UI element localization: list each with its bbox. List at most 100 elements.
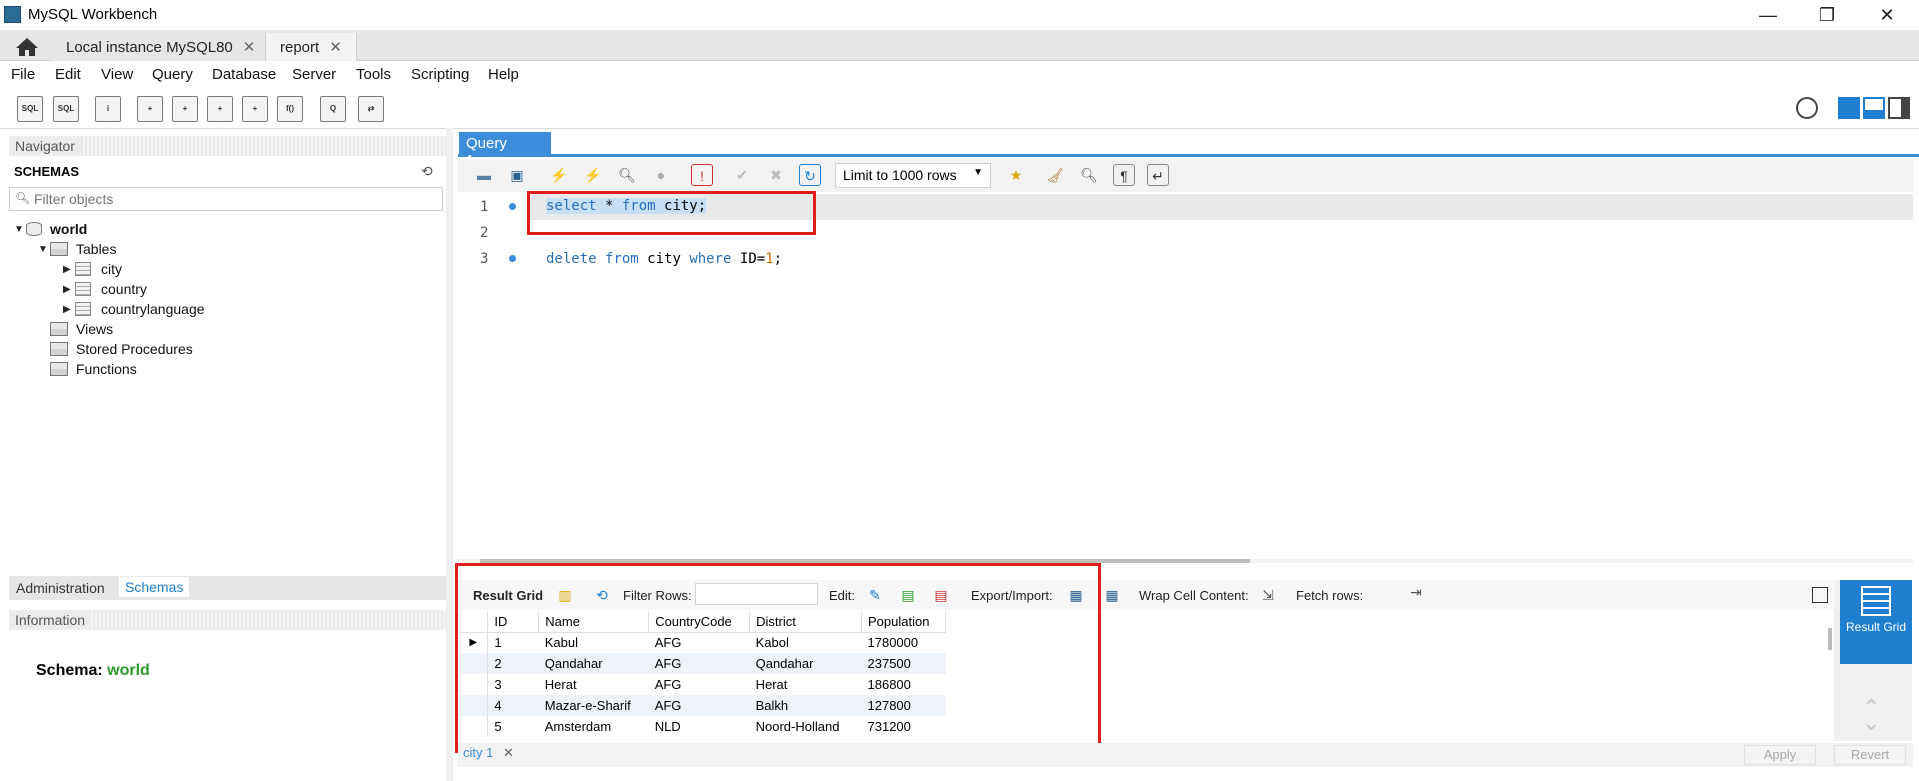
stop-icon[interactable]: ● xyxy=(650,164,672,186)
folder-icon xyxy=(50,362,68,376)
maximize-button[interactable]: ❐ xyxy=(1812,4,1842,26)
collapsed-triangle-icon[interactable]: ▶ xyxy=(63,304,75,315)
tree-functions[interactable]: Functions xyxy=(50,359,137,379)
execute-current-icon[interactable]: ⚡ xyxy=(582,164,604,186)
close-window-button[interactable]: ✕ xyxy=(1872,4,1902,26)
information-header: Information xyxy=(9,610,446,630)
title-bar xyxy=(0,0,1919,30)
result-grid-side-button[interactable]: Result Grid xyxy=(1840,580,1912,664)
invisible-chars-icon[interactable]: ¶ xyxy=(1113,164,1135,186)
find-replace-icon[interactable]: 🔍︎ xyxy=(1078,164,1100,186)
menu-edit[interactable]: Edit xyxy=(55,66,81,83)
scroll-down-icon[interactable]: ⌄ xyxy=(1862,712,1880,734)
menu-view[interactable]: View xyxy=(101,66,133,83)
tree-table-country[interactable]: ▶ country xyxy=(63,279,147,299)
reconnect-icon[interactable]: ⇄ xyxy=(358,96,384,122)
open-file-icon[interactable]: ▬ xyxy=(473,164,495,186)
home-tab[interactable] xyxy=(8,34,48,60)
menu-query[interactable]: Query xyxy=(152,66,193,83)
schema-info-label: Schema: xyxy=(36,662,103,679)
tab-administration[interactable]: Administration xyxy=(10,578,111,598)
tree-stored-procedures[interactable]: Stored Procedures xyxy=(50,339,193,359)
beautify-icon[interactable]: 🧹︎ xyxy=(1044,164,1066,186)
tab-schemas[interactable]: Schemas xyxy=(119,577,190,597)
table-name: countrylanguage xyxy=(101,301,205,317)
toggle-error-stop-icon[interactable]: ! xyxy=(691,164,713,186)
save-icon[interactable]: ▣ xyxy=(506,164,528,186)
explain-icon[interactable]: 🔍︎ xyxy=(616,164,638,186)
row-limit-select[interactable]: Limit to 1000 rows ▼ xyxy=(835,163,991,188)
menu-file[interactable]: File xyxy=(11,66,35,83)
autocommit-toggle-icon[interactable]: ↻ xyxy=(799,164,821,186)
close-tab-icon[interactable]: ✕ xyxy=(329,39,342,56)
result-bottom-bar xyxy=(458,743,1913,767)
menu-scripting[interactable]: Scripting xyxy=(411,66,469,83)
revert-button[interactable]: Revert xyxy=(1834,745,1906,765)
rollback-icon[interactable]: ✖ xyxy=(765,164,787,186)
tree-table-city[interactable]: ▶ city xyxy=(63,259,122,279)
filter-objects-field[interactable]: 🔍︎ xyxy=(9,187,443,211)
result-tab-city[interactable]: city 1 ✕ xyxy=(463,745,514,761)
information-title: Information xyxy=(9,612,92,628)
tree-schema-world[interactable]: ▼ world xyxy=(14,219,87,239)
create-schema-icon[interactable]: + xyxy=(137,96,163,122)
procs-label: Stored Procedures xyxy=(76,341,193,357)
menu-tools[interactable]: Tools xyxy=(356,66,391,83)
table-icon xyxy=(75,262,91,276)
result-grid-side-label: Result Grid xyxy=(1845,620,1907,634)
refresh-icon[interactable]: ⟲ xyxy=(421,163,433,180)
navigator-title: Navigator xyxy=(9,138,81,154)
import-icon[interactable]: ▦ xyxy=(1102,585,1122,605)
new-sql-tab-icon[interactable]: SQL xyxy=(17,96,43,122)
tree-table-countrylanguage[interactable]: ▶ countrylanguage xyxy=(63,299,205,319)
tree-views[interactable]: Views xyxy=(50,319,113,339)
highlight-box xyxy=(527,191,816,235)
code-line-3[interactable]: delete from city where ID=1; xyxy=(546,251,782,267)
schema-name: world xyxy=(50,221,88,237)
fetch-next-icon[interactable]: ⇥ xyxy=(1406,582,1426,602)
toggle-sidebar-icon[interactable] xyxy=(1838,97,1860,119)
line-number: 1 xyxy=(480,199,489,215)
tab-query-1[interactable]: Query 1✕ xyxy=(459,132,551,169)
create-function-icon[interactable]: f() xyxy=(277,96,303,122)
collapsed-triangle-icon[interactable]: ▶ xyxy=(63,264,75,275)
folder-icon xyxy=(50,242,68,256)
folder-icon xyxy=(50,322,68,336)
menu-database[interactable]: Database xyxy=(212,66,276,83)
tab-local-instance[interactable]: Local instance MySQL80 ✕ xyxy=(52,33,270,61)
minimize-button[interactable]: — xyxy=(1753,4,1783,26)
commit-icon[interactable]: ✔ xyxy=(731,164,753,186)
toggle-output-icon[interactable] xyxy=(1863,97,1885,119)
expanded-triangle-icon[interactable]: ▼ xyxy=(38,244,50,255)
settings-icon[interactable] xyxy=(1796,97,1818,119)
tables-label: Tables xyxy=(76,241,117,257)
collapsed-triangle-icon[interactable]: ▶ xyxy=(63,284,75,295)
expanded-triangle-icon[interactable]: ▼ xyxy=(14,224,26,235)
tab-report[interactable]: report ✕ xyxy=(265,33,357,61)
menu-help[interactable]: Help xyxy=(488,66,519,83)
search-table-data-icon[interactable]: Q xyxy=(320,96,346,122)
create-view-icon[interactable]: + xyxy=(207,96,233,122)
panel-divider[interactable] xyxy=(446,128,453,781)
menu-bar xyxy=(0,61,1919,88)
grid-scrollbar-thumb[interactable] xyxy=(1828,628,1832,650)
close-tab-icon[interactable]: ✕ xyxy=(503,745,514,760)
highlight-box xyxy=(455,563,1101,753)
wrap-cell-icon[interactable]: ⇲ xyxy=(1258,585,1278,605)
create-procedure-icon[interactable]: + xyxy=(242,96,268,122)
execute-icon[interactable]: ⚡ xyxy=(548,164,570,186)
sql-editor[interactable] xyxy=(458,192,1913,561)
menu-server[interactable]: Server xyxy=(292,66,336,83)
inspector-icon[interactable]: i xyxy=(95,96,121,122)
apply-button[interactable]: Apply xyxy=(1744,745,1816,765)
editor-toolbar xyxy=(458,160,1913,192)
word-wrap-icon[interactable]: ↵ xyxy=(1147,164,1169,186)
close-tab-icon[interactable]: ✕ xyxy=(243,39,256,56)
tree-tables[interactable]: ▼ Tables xyxy=(38,239,116,259)
add-snippet-icon[interactable]: ★ xyxy=(1005,164,1027,186)
toggle-secondary-sidebar-icon[interactable] xyxy=(1888,97,1910,119)
open-sql-script-icon[interactable]: SQL xyxy=(53,96,79,122)
create-table-icon[interactable]: + xyxy=(172,96,198,122)
filter-objects-input[interactable] xyxy=(34,190,434,208)
toggle-panel-icon[interactable] xyxy=(1812,587,1828,603)
